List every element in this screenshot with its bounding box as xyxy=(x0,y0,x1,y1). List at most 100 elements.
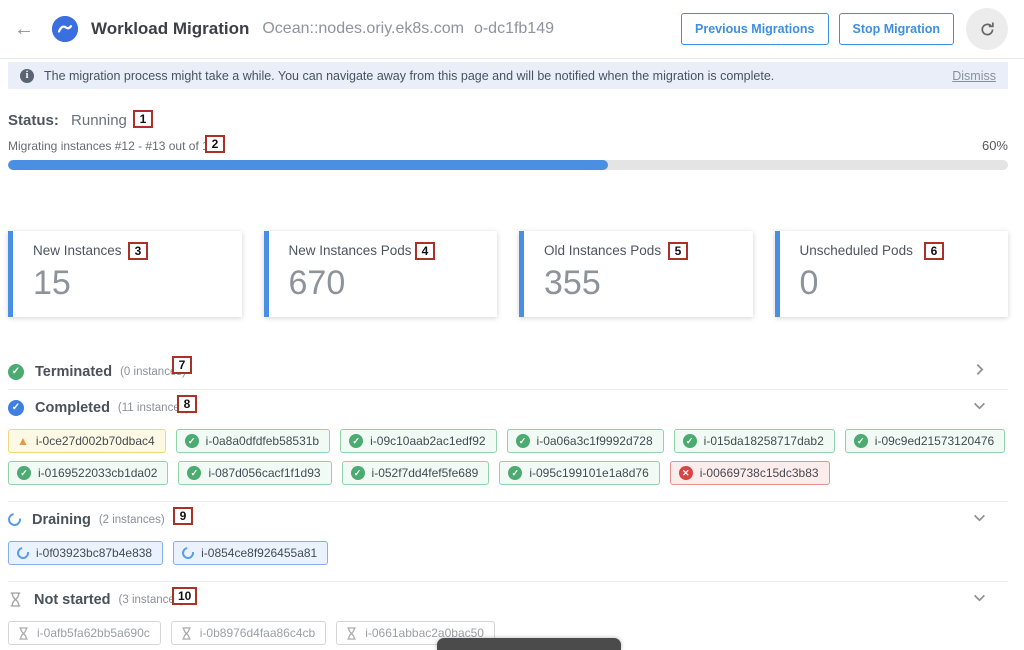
hourglass-icon xyxy=(180,627,193,640)
card-value: 670 xyxy=(289,264,498,303)
card-value: 15 xyxy=(33,264,242,303)
progress-bar xyxy=(8,160,1008,170)
check-circle-icon: ✓ xyxy=(854,434,868,448)
summary-card: New Instances15 xyxy=(8,231,242,317)
instance-chip[interactable]: ✓ i-0a8a0dfdfeb58531b xyxy=(176,429,330,453)
breadcrumb: Ocean::nodes.oriy.ek8s.como-dc1fb149 xyxy=(262,20,554,38)
section-title: Draining xyxy=(32,512,91,528)
instance-chip[interactable]: ✓ i-09c9ed21573120476 xyxy=(845,429,1005,453)
card-label: Unscheduled Pods xyxy=(800,243,1009,258)
check-circle-icon: ✓ xyxy=(185,434,199,448)
chevron-down-icon[interactable] xyxy=(973,591,986,609)
instance-chip[interactable]: ✓i-087d056cacf1f1d93 xyxy=(178,461,331,485)
migration-detail-text: Migrating instances #12 - #13 out of 16 xyxy=(8,139,215,153)
refresh-icon xyxy=(978,20,997,39)
section-header-draining[interactable]: Draining (2 instances) xyxy=(8,502,1008,537)
annotation-marker-10: 10 xyxy=(172,587,197,605)
spinner-icon xyxy=(5,510,23,528)
check-circle-icon: ✓ xyxy=(683,434,697,448)
instance-chip[interactable]: ✓ i-0a06a3c1f9992d728 xyxy=(507,429,664,453)
section-header-not-started[interactable]: Not started(3 instances) xyxy=(8,582,1008,617)
instance-sections: ✓Terminated(0 instances)✓Completed(11 in… xyxy=(8,354,1008,645)
instance-id: i-0854ce8f926455a81 xyxy=(201,546,317,560)
instance-id: i-09c10aab2ac1edf92 xyxy=(370,434,485,448)
instance-id: i-0a8a0dfdfeb58531b xyxy=(206,434,319,448)
summary-card: Old Instances Pods 355 xyxy=(519,231,753,317)
check-circle-icon: ✓ xyxy=(187,466,201,480)
section-count: (2 instances) xyxy=(99,514,165,526)
section-terminated: ✓Terminated(0 instances) xyxy=(8,354,1008,390)
instance-id: i-0f03923bc87b4e838 xyxy=(36,546,152,560)
section-draining: Draining (2 instances) i-0f03923bc87b4e838… xyxy=(8,502,1008,582)
instance-chip[interactable]: ▲ i-0ce27d002b70dbac4 xyxy=(8,429,166,453)
annotation-marker-5: 5 xyxy=(668,242,688,260)
instance-chip[interactable]: ✓ i-052f7dd4fef5fe689 xyxy=(342,461,490,485)
instance-chip[interactable]: ✓i-095c199101e1a8d76 xyxy=(499,461,659,485)
cluster-name: Ocean::nodes.oriy.ek8s.com xyxy=(262,20,464,37)
chevron-down-icon[interactable] xyxy=(973,511,986,529)
annotation-marker-9: 9 xyxy=(173,507,193,525)
section-completed: ✓Completed(11 instances)▲i-0ce27d002b70d… xyxy=(8,390,1008,502)
summary-card: New Instances Pods 670 xyxy=(264,231,498,317)
card-label: Old Instances Pods xyxy=(544,243,753,258)
instance-chip[interactable]: ✓ i-09c10aab2ac1edf92 xyxy=(340,429,496,453)
instance-id: i-0ce27d002b70dbac4 xyxy=(36,434,155,448)
instance-chip[interactable]: i-0afb5fa62bb5a690c xyxy=(8,621,161,645)
error-circle-icon: ✕ xyxy=(679,466,693,480)
section-header-completed[interactable]: ✓Completed(11 instances) xyxy=(8,390,1008,425)
annotation-marker-2: 2 xyxy=(205,135,225,153)
spinner-icon xyxy=(15,545,32,562)
card-value: 355 xyxy=(544,264,753,303)
hourglass-icon xyxy=(345,627,358,640)
check-circle-icon: ✓ xyxy=(17,466,31,480)
page-header: ← Workload Migration Ocean::nodes.oriy.e… xyxy=(0,0,1024,59)
hourglass-icon xyxy=(8,592,23,607)
dismiss-link[interactable]: Dismiss xyxy=(952,69,996,83)
instance-chip[interactable]: ✓ i-0169522033cb1da02 xyxy=(8,461,168,485)
instance-id: i-0a06a3c1f9992d728 xyxy=(537,434,653,448)
previous-migrations-button[interactable]: Previous Migrations xyxy=(681,13,828,45)
check-circle-icon: ✓ xyxy=(351,466,365,480)
chips-completed: ▲ i-0ce27d002b70dbac4 ✓ i-0a8a0dfdfeb58531b… xyxy=(8,429,1008,485)
annotation-marker-4: 4 xyxy=(415,242,435,260)
chevron-right-icon[interactable] xyxy=(973,363,986,381)
page-title: Workload Migration xyxy=(91,19,249,39)
check-circle-icon: ✓ xyxy=(8,364,24,380)
instance-chip[interactable]: ✓ i-015da18258717dab2 xyxy=(674,429,835,453)
check-circle-icon: ✓ xyxy=(516,434,530,448)
instance-id: i-0169522033cb1da02 xyxy=(38,466,157,480)
chips-draining: i-0f03923bc87b4e838 i-0854ce8f926455a81 xyxy=(8,541,1008,565)
info-icon: i xyxy=(20,69,34,83)
instance-chip[interactable]: i-0b8976d4faa86c4cb xyxy=(171,621,326,645)
instance-id: i-0afb5fa62bb5a690c xyxy=(37,626,150,640)
instance-id: i-00669738c15dc3b83 xyxy=(700,466,819,480)
spinner-icon xyxy=(180,545,197,562)
warning-triangle-icon: ▲ xyxy=(17,435,29,447)
check-circle-icon: ✓ xyxy=(349,434,363,448)
summary-cards: New Instances15 New Instances Pods 670 Old … xyxy=(8,231,1008,317)
card-label: New Instances Pods xyxy=(289,243,498,258)
instance-chip[interactable]: ✕ i-00669738c15dc3b83 xyxy=(670,461,830,485)
status-value: Running xyxy=(71,112,127,129)
back-arrow-icon[interactable]: ← xyxy=(14,18,34,41)
banner-text: The migration process might take a while… xyxy=(44,69,774,83)
annotation-marker-6: 6 xyxy=(924,242,944,260)
chevron-down-icon[interactable] xyxy=(973,399,986,417)
progress-bar-fill xyxy=(8,160,608,170)
check-circle-icon: ✓ xyxy=(8,400,24,416)
instance-chip[interactable]: i-0854ce8f926455a81 xyxy=(173,541,328,565)
section-title: Completed xyxy=(35,400,110,416)
stop-migration-button[interactable]: Stop Migration xyxy=(839,13,955,45)
instance-id: i-015da18258717dab2 xyxy=(704,434,824,448)
toast-sliver xyxy=(437,638,621,650)
refresh-button[interactable] xyxy=(966,8,1008,50)
card-value: 0 xyxy=(800,264,1009,303)
annotation-marker-8: 8 xyxy=(177,395,197,413)
hourglass-icon xyxy=(17,627,30,640)
instance-id: i-052f7dd4fef5fe689 xyxy=(372,466,479,480)
instance-id: i-09c9ed21573120476 xyxy=(875,434,994,448)
ocean-logo-icon xyxy=(52,16,78,42)
instance-chip[interactable]: i-0f03923bc87b4e838 xyxy=(8,541,163,565)
summary-card: Unscheduled Pods 0 xyxy=(775,231,1009,317)
section-header-terminated[interactable]: ✓Terminated(0 instances) xyxy=(8,354,1008,389)
